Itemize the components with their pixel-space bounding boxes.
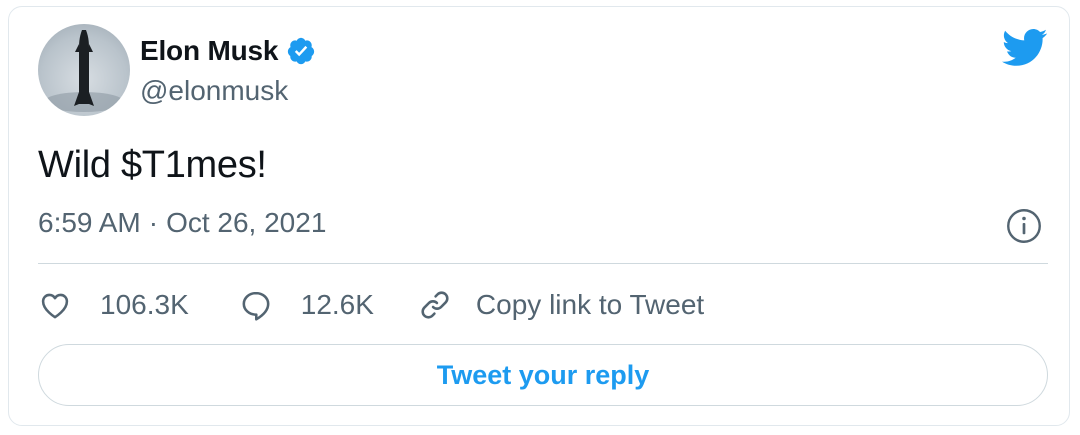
copy-link-button[interactable]: Copy link to Tweet [418,288,704,322]
tweet-text: Wild $T1mes! [38,144,267,186]
tweet-your-reply-button[interactable]: Tweet your reply [38,344,1048,406]
tweet-time[interactable]: 6:59 AM [38,207,141,239]
info-icon[interactable] [1006,208,1042,244]
copy-link-label: Copy link to Tweet [475,289,705,320]
author-name[interactable]: Elon Musk [140,35,278,67]
divider [38,263,1048,264]
link-icon [421,291,449,319]
reply-button[interactable]: 12.6K [239,288,374,322]
starship-avatar-image [44,30,124,112]
reply-count: 12.6K [300,289,374,320]
timestamp-separator: · [148,207,159,238]
author-handle[interactable]: @elonmusk [140,75,288,107]
like-button[interactable]: 106.3K [38,288,189,322]
author-name-row[interactable]: Elon Musk [140,33,316,69]
speech-bubble-icon [242,291,270,321]
avatar[interactable] [38,24,130,116]
like-count: 106.3K [100,289,189,320]
heart-icon [41,293,69,319]
verified-badge-icon [288,37,315,65]
tweet-timestamp[interactable]: 6:59 AM · Oct 26, 2021 [38,207,326,239]
tweet-actions: 106.3K 12.6K Copy link to Tweet [38,283,704,327]
twitter-bird-icon[interactable] [1002,28,1048,68]
tweet-date[interactable]: Oct 26, 2021 [166,207,326,239]
